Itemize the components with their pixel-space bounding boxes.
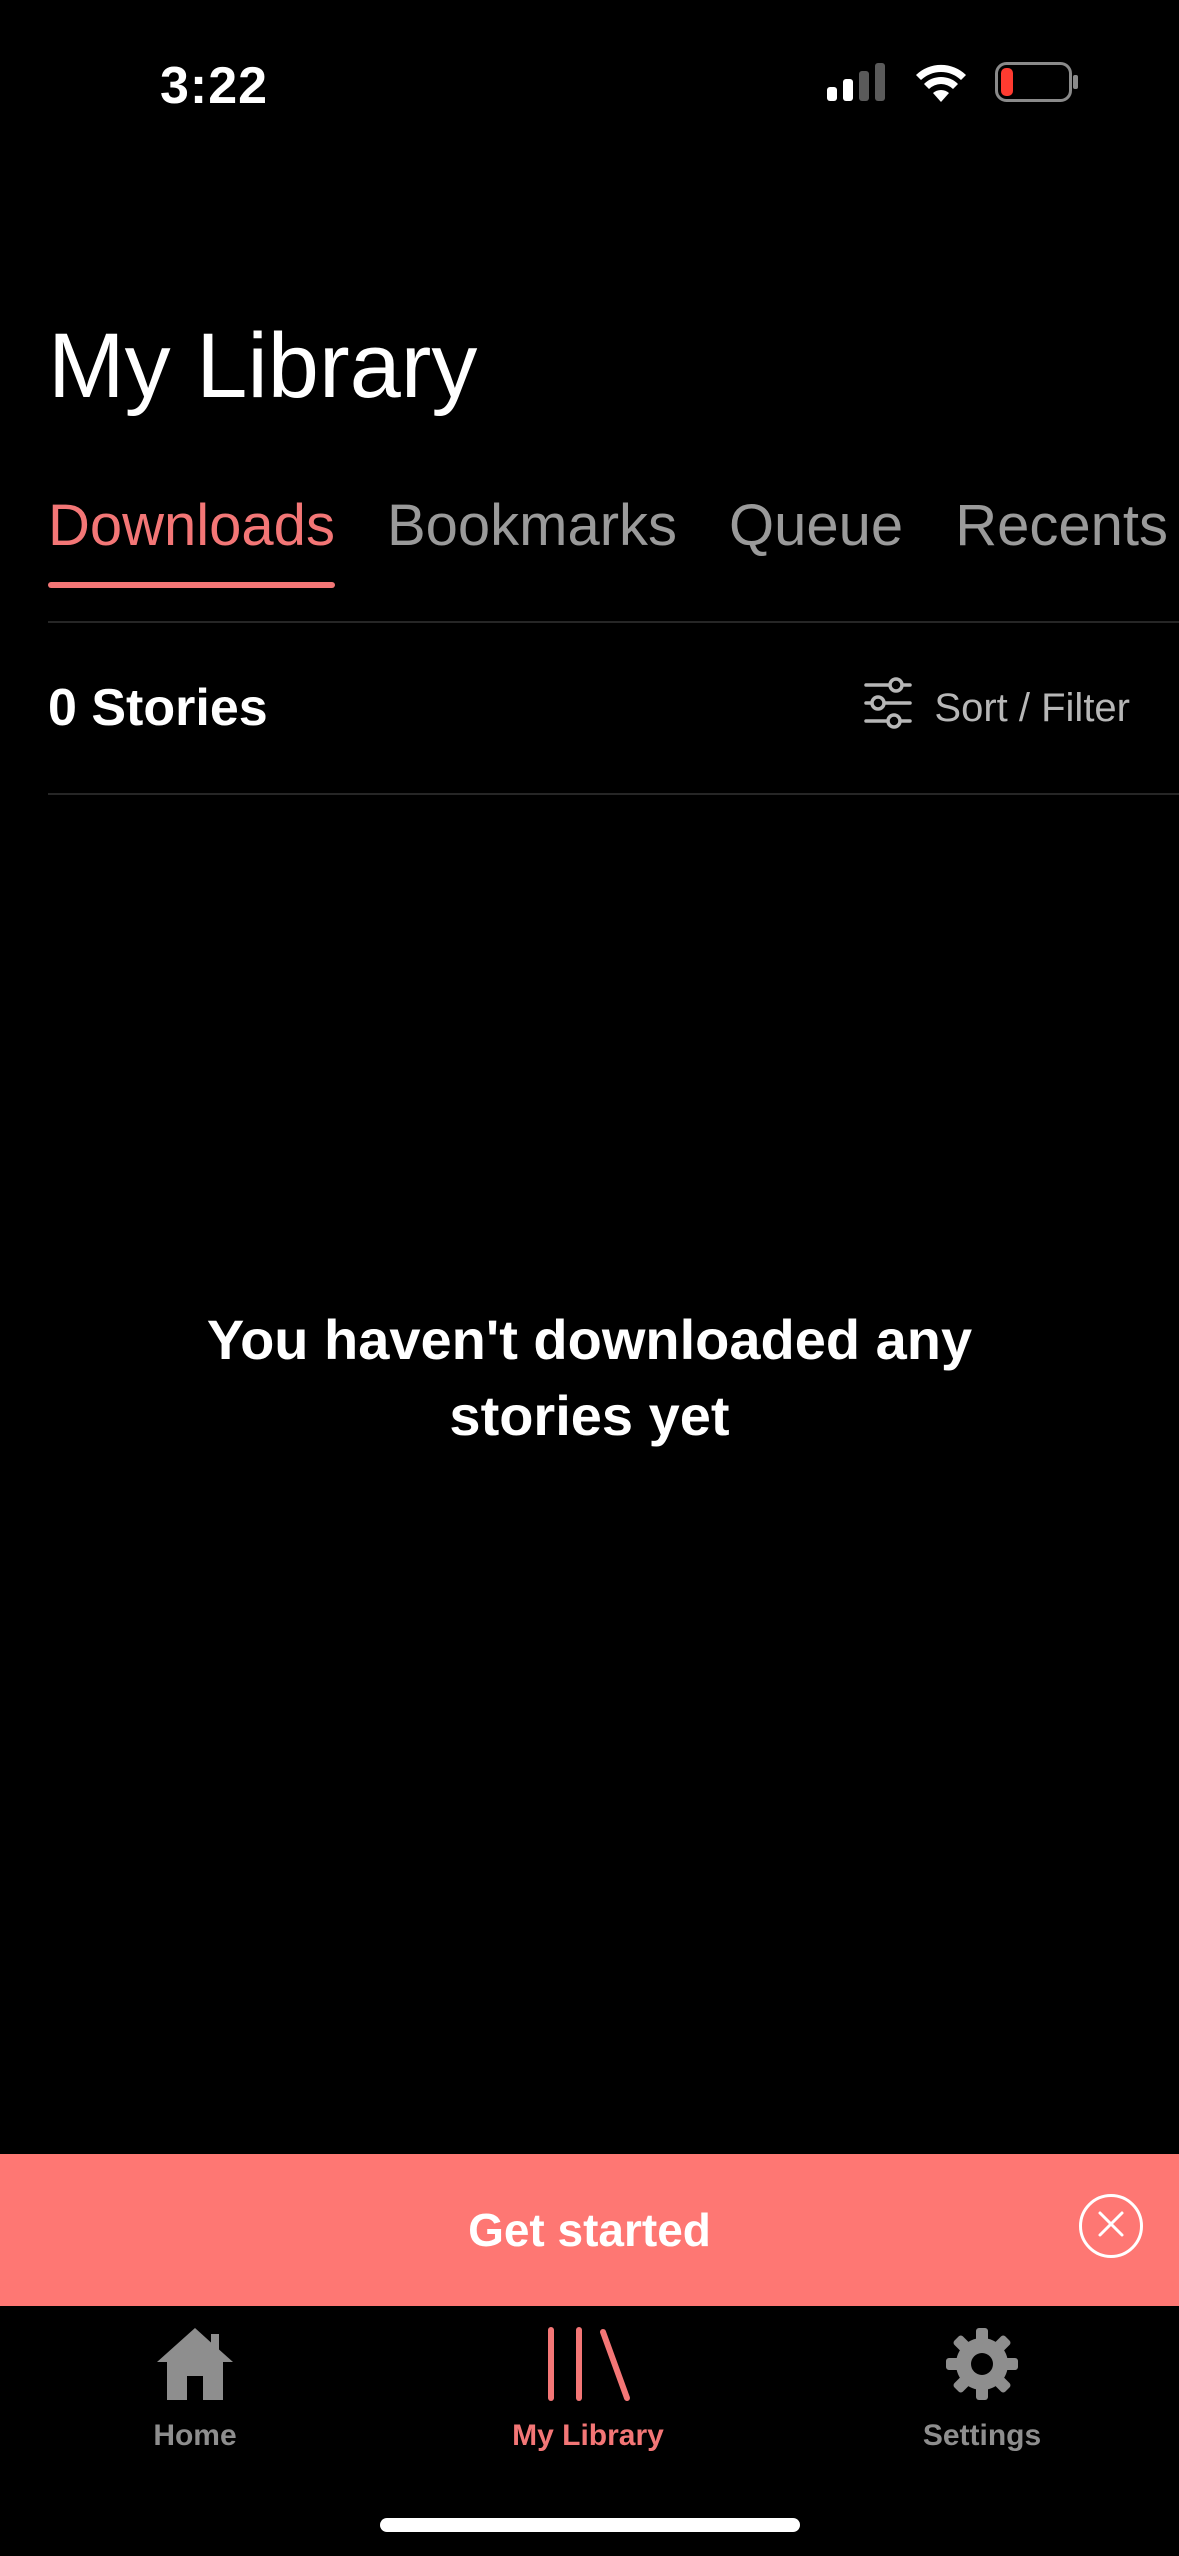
- cellular-signal-icon: [827, 63, 887, 106]
- nav-my-library[interactable]: My Library: [438, 2326, 738, 2453]
- get-started-button[interactable]: Get started: [468, 2203, 711, 2257]
- tab-queue[interactable]: Queue: [729, 488, 903, 588]
- close-icon: [1096, 2209, 1126, 2244]
- story-count: 0 Stories: [48, 679, 268, 737]
- nav-home[interactable]: Home: [45, 2326, 345, 2453]
- status-icons: [827, 62, 1079, 107]
- tab-downloads[interactable]: Downloads: [48, 488, 335, 588]
- nav-settings-label: Settings: [922, 2419, 1042, 2452]
- tab-recents[interactable]: Recents: [955, 488, 1168, 588]
- list-header: 0 Stories Sort / Filter: [48, 623, 1130, 793]
- sliders-icon: [864, 677, 913, 739]
- list-header-divider: [48, 793, 1179, 795]
- status-bar: 3:22: [0, 0, 1179, 180]
- nav-my-library-label: My Library: [512, 2419, 664, 2452]
- nav-settings[interactable]: Settings: [832, 2326, 1132, 2453]
- gear-icon: [944, 2326, 1020, 2407]
- sort-filter-label: Sort / Filter: [934, 685, 1130, 730]
- library-icon: [543, 2326, 633, 2407]
- home-icon: [155, 2326, 235, 2407]
- nav-home-label: Home: [153, 2419, 237, 2452]
- library-tabs: Downloads Bookmarks Queue Recents: [48, 488, 1179, 620]
- status-time: 3:22: [160, 57, 269, 115]
- tab-bookmarks[interactable]: Bookmarks: [387, 488, 677, 588]
- wifi-icon: [915, 62, 967, 107]
- empty-state-message: You haven't downloaded any stories yet: [206, 1308, 973, 1447]
- banner-close-button[interactable]: [1079, 2194, 1143, 2258]
- sort-filter-button[interactable]: Sort / Filter: [864, 677, 1130, 739]
- battery-icon: [995, 62, 1079, 107]
- home-indicator: [380, 2518, 800, 2532]
- page-title: My Library: [48, 315, 478, 417]
- get-started-banner: Get started: [0, 2154, 1179, 2306]
